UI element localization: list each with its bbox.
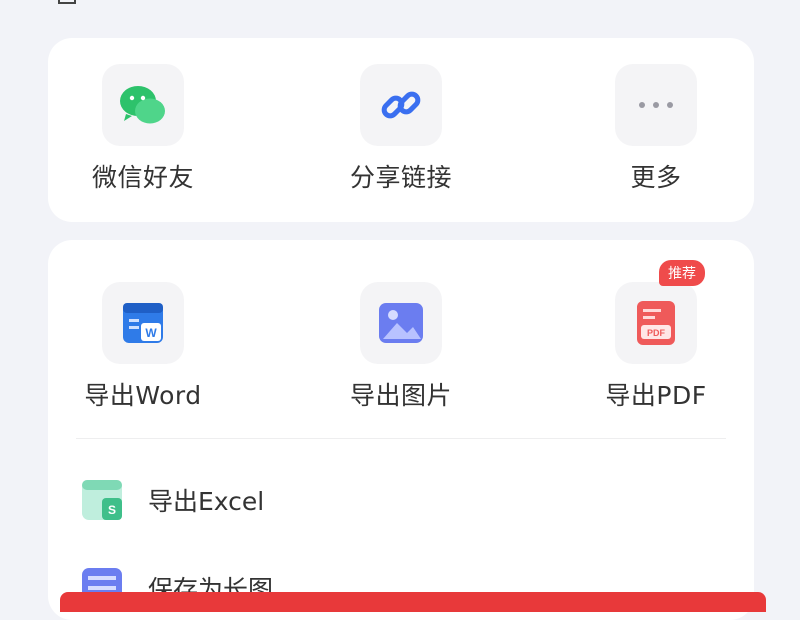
- pdf-icon-box: 推荐 PDF: [615, 260, 705, 364]
- excel-icon-box: S: [78, 475, 128, 525]
- more-icon: [639, 102, 673, 108]
- share-wechat-button[interactable]: 微信好友: [43, 64, 243, 194]
- share-more-button[interactable]: 更多: [556, 64, 756, 194]
- link-icon-box: [360, 64, 442, 146]
- wechat-icon-box: [102, 64, 184, 146]
- word-icon: W: [123, 303, 163, 343]
- recommend-badge: 推荐: [659, 260, 705, 286]
- pdf-icon: PDF: [637, 301, 675, 345]
- share-link-button[interactable]: 分享链接: [301, 64, 501, 194]
- bottom-action-bar[interactable]: [60, 592, 766, 612]
- image-icon: [379, 303, 423, 343]
- share-panel: 微信好友 分享链接 更多: [48, 38, 754, 222]
- export-pdf-button[interactable]: 推荐 PDF 导出PDF: [556, 260, 756, 412]
- share-link-label: 分享链接: [349, 163, 452, 192]
- header-fragment: [58, 0, 438, 6]
- export-word-button[interactable]: W 导出Word: [43, 282, 243, 412]
- svg-text:PDF: PDF: [647, 328, 666, 338]
- export-image-button[interactable]: 导出图片: [301, 282, 501, 412]
- export-word-label: 导出Word: [84, 381, 202, 410]
- share-wechat-label: 微信好友: [91, 163, 194, 192]
- svg-text:S: S: [108, 503, 116, 517]
- excel-icon: S: [82, 480, 122, 520]
- export-panel: W 导出Word 导出图片 推荐 PDF 导出PDF S 导出Excel 保存为…: [48, 240, 754, 620]
- link-icon: [381, 91, 421, 119]
- wechat-icon: [120, 86, 165, 124]
- back-icon: [58, 0, 76, 4]
- export-excel-label: 导出Excel: [148, 487, 265, 516]
- svg-text:W: W: [145, 326, 157, 340]
- share-more-label: 更多: [630, 163, 682, 192]
- export-excel-row[interactable]: S 导出Excel: [78, 470, 264, 530]
- export-image-label: 导出图片: [349, 381, 452, 410]
- word-icon-box: W: [102, 282, 184, 364]
- image-icon-box: [360, 282, 442, 364]
- section-divider: [76, 438, 726, 439]
- export-pdf-label: 导出PDF: [605, 381, 707, 410]
- more-icon-box: [615, 64, 697, 146]
